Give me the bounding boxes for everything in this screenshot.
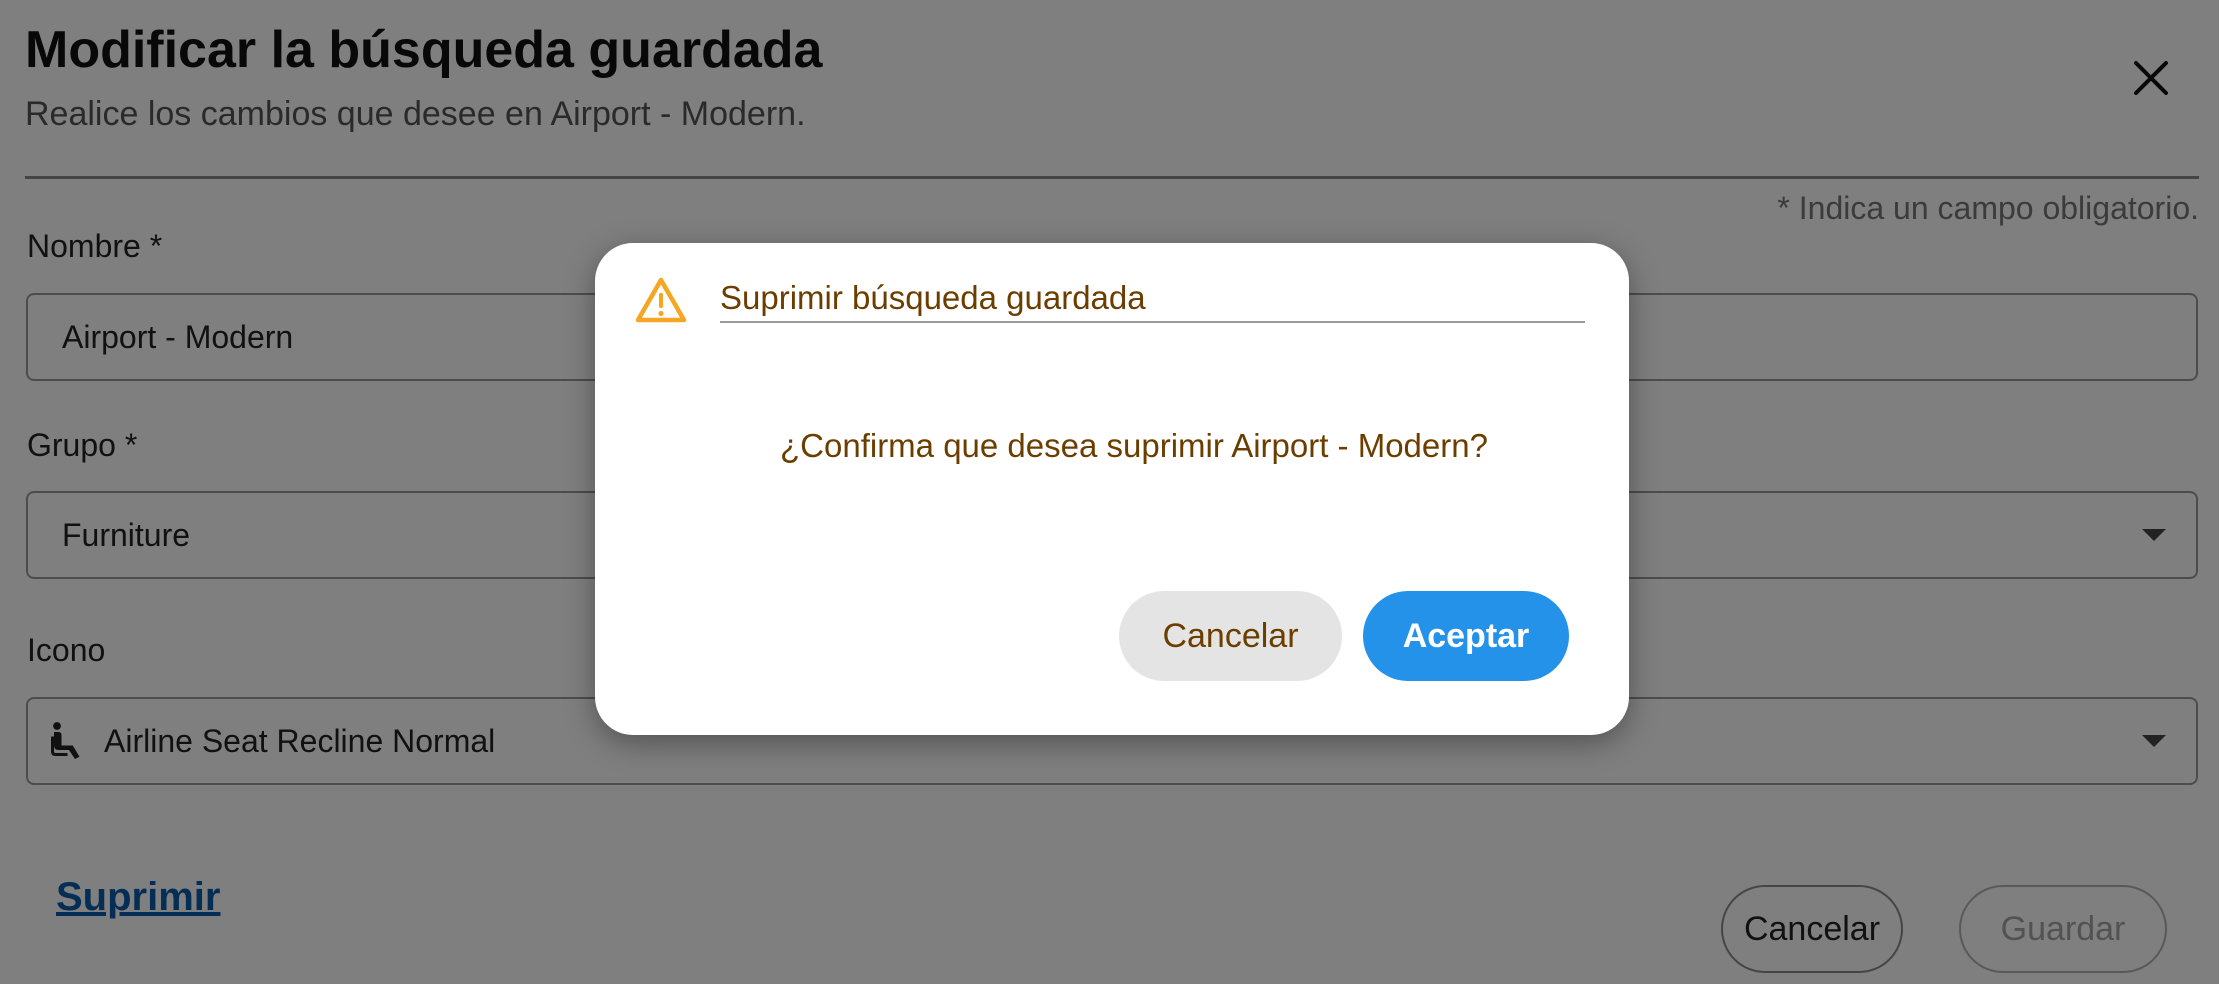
modal-message: ¿Confirma que desea suprimir Airport - M… [780, 427, 1488, 464]
modal-title-divider [720, 321, 1585, 323]
modal-cancel-button[interactable]: Cancelar [1119, 591, 1342, 681]
modal-title: Suprimir búsqueda guardada [720, 279, 1146, 316]
confirm-delete-modal: Suprimir búsqueda guardada ¿Confirma que… [595, 243, 1629, 735]
modal-accept-button[interactable]: Aceptar [1363, 591, 1569, 681]
warning-icon [635, 277, 687, 323]
